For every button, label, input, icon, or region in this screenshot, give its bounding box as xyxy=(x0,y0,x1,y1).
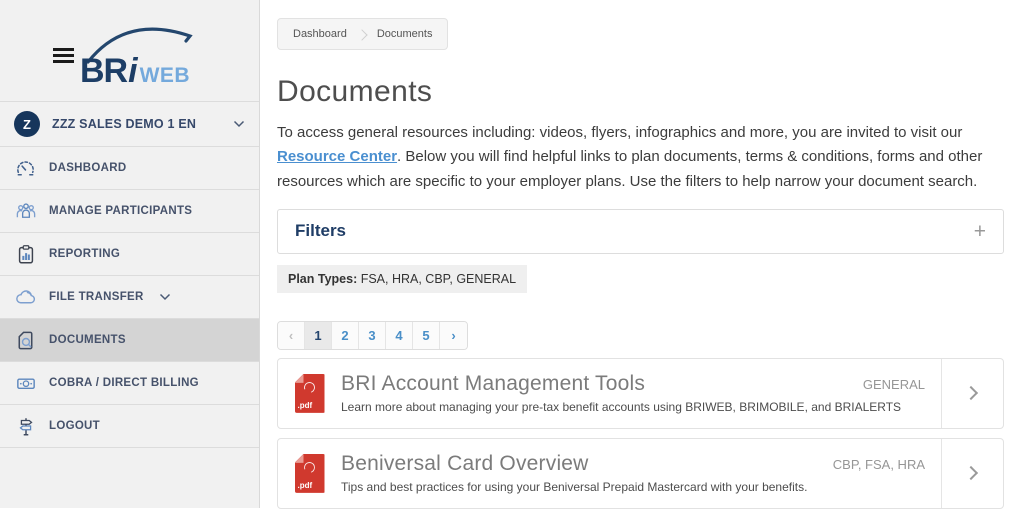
intro-text: To access general resources including: v… xyxy=(277,121,1004,194)
sidebar-item-label: MANAGE PARTICIPANTS xyxy=(49,205,192,217)
clipboard-chart-icon xyxy=(13,242,38,266)
pdf-file-icon: .pdf xyxy=(295,374,325,413)
pdf-fold-corner xyxy=(295,454,304,463)
brand-logo-text: BR xyxy=(80,52,127,91)
sidebar-item-label: COBRA / DIRECT BILLING xyxy=(49,377,199,389)
intro-text-before: To access general resources including: v… xyxy=(277,124,962,141)
user-name: ZZZ SALES DEMO 1 EN xyxy=(52,117,233,131)
chevron-down-icon xyxy=(233,120,245,128)
pdf-icon-wrap: .pdf xyxy=(278,439,341,508)
document-card-body: Beniversal Card Overview CBP, FSA, HRA T… xyxy=(341,439,941,508)
sidebar-item-label: LOGOUT xyxy=(49,420,100,432)
chevron-right-icon xyxy=(964,386,978,400)
user-account-selector[interactable]: Z ZZZ SALES DEMO 1 EN xyxy=(0,102,259,147)
sidebar: BR i WEB Z ZZZ SALES DEMO 1 EN DASHBOARD xyxy=(0,0,260,508)
pagination-page-3[interactable]: 3 xyxy=(359,322,386,349)
pagination-prev-button[interactable]: ‹ xyxy=(278,322,305,349)
pagination: ‹ 1 2 3 4 5 › xyxy=(277,321,468,350)
pagination-page-2[interactable]: 2 xyxy=(332,322,359,349)
document-row-bri-account-management-tools[interactable]: .pdf BRI Account Management Tools GENERA… xyxy=(277,358,1004,429)
people-icon xyxy=(13,199,38,223)
sidebar-item-label: DASHBOARD xyxy=(49,162,126,174)
filter-chip-label: Plan Types: xyxy=(288,272,357,286)
pdf-extension-label: .pdf xyxy=(298,401,313,410)
sidebar-item-file-transfer[interactable]: FILE TRANSFER xyxy=(0,276,259,319)
sidebar-item-cobra-direct-billing[interactable]: COBRA / DIRECT BILLING xyxy=(0,362,259,405)
document-row-beniversal-card-overview[interactable]: .pdf Beniversal Card Overview CBP, FSA, … xyxy=(277,438,1004,509)
document-plan-tags: CBP, FSA, HRA xyxy=(833,457,925,472)
pdf-extension-label: .pdf xyxy=(298,481,313,490)
pdf-fold-corner xyxy=(295,374,304,383)
document-search-icon xyxy=(13,328,38,352)
pdf-swirl-glyph xyxy=(302,380,317,395)
cloud-icon xyxy=(13,285,38,309)
sidebar-item-reporting[interactable]: REPORTING xyxy=(0,233,259,276)
open-document-button[interactable] xyxy=(941,359,1003,428)
page-title: Documents xyxy=(277,75,1004,109)
user-avatar: Z xyxy=(14,111,40,137)
open-document-button[interactable] xyxy=(941,439,1003,508)
hamburger-bar xyxy=(53,48,74,51)
plan-types-filter-chip[interactable]: Plan Types: FSA, HRA, CBP, GENERAL xyxy=(277,265,527,293)
filters-title: Filters xyxy=(295,221,974,241)
banknote-icon xyxy=(13,371,38,395)
hamburger-bar xyxy=(53,60,74,63)
signpost-icon xyxy=(13,414,38,438)
document-card-body: BRI Account Management Tools GENERAL Lea… xyxy=(341,359,941,428)
pagination-page-4[interactable]: 4 xyxy=(386,322,413,349)
document-list: .pdf BRI Account Management Tools GENERA… xyxy=(277,358,1004,509)
breadcrumb-item-dashboard[interactable]: Dashboard xyxy=(293,28,347,40)
document-title: BRI Account Management Tools xyxy=(341,372,847,396)
sidebar-header: BR i WEB xyxy=(0,0,259,102)
sidebar-item-label: FILE TRANSFER xyxy=(49,291,144,303)
brand-logo: BR i WEB xyxy=(80,52,190,91)
sidebar-item-label: DOCUMENTS xyxy=(49,334,126,346)
breadcrumb: Dashboard Documents xyxy=(277,18,448,50)
pagination-next-button[interactable]: › xyxy=(440,322,467,349)
document-plan-tags: GENERAL xyxy=(863,377,925,392)
pdf-swirl-glyph xyxy=(302,460,317,475)
sidebar-item-documents[interactable]: DOCUMENTS xyxy=(0,319,259,362)
document-description: Tips and best practices for using your B… xyxy=(341,480,925,494)
resource-center-link[interactable]: Resource Center xyxy=(277,148,397,165)
breadcrumb-separator-icon xyxy=(356,29,367,40)
breadcrumb-item-documents: Documents xyxy=(377,28,433,40)
pagination-page-1[interactable]: 1 xyxy=(305,322,332,349)
hamburger-bar xyxy=(53,54,74,57)
main-content: Dashboard Documents Documents To access … xyxy=(260,0,1024,508)
sidebar-item-label: REPORTING xyxy=(49,248,120,260)
plus-icon: + xyxy=(974,221,986,242)
gauge-icon xyxy=(13,156,38,180)
chevron-right-icon xyxy=(964,466,978,480)
brand-logo-text-i: i xyxy=(128,52,137,91)
sidebar-item-dashboard[interactable]: DASHBOARD xyxy=(0,147,259,190)
pagination-page-5[interactable]: 5 xyxy=(413,322,440,349)
hamburger-menu-button[interactable] xyxy=(53,48,74,63)
document-title: Beniversal Card Overview xyxy=(341,452,817,476)
document-description: Learn more about managing your pre-tax b… xyxy=(341,400,925,414)
sidebar-item-logout[interactable]: LOGOUT xyxy=(0,405,259,448)
filters-toggle[interactable]: Filters + xyxy=(277,209,1004,254)
filter-chip-value: FSA, HRA, CBP, GENERAL xyxy=(357,272,516,286)
sidebar-item-manage-participants[interactable]: MANAGE PARTICIPANTS xyxy=(0,190,259,233)
brand-logo-text-web: WEB xyxy=(140,64,191,88)
pdf-icon-wrap: .pdf xyxy=(278,359,341,428)
chevron-down-icon xyxy=(159,293,171,301)
pdf-file-icon: .pdf xyxy=(295,454,325,493)
sidebar-filler xyxy=(0,448,259,508)
